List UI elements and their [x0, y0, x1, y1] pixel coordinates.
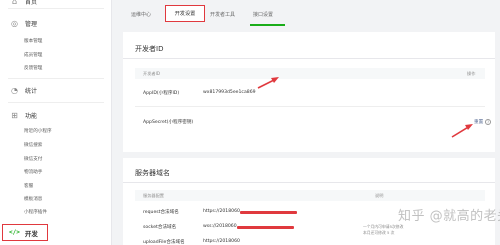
arrow-appid-head: [271, 77, 279, 83]
watermark: 知乎 @就高的老头: [398, 209, 500, 224]
